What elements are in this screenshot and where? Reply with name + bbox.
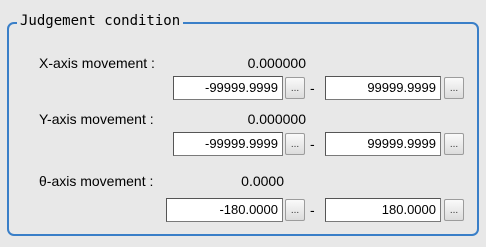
- y-axis-value: 0.000000: [247, 111, 306, 127]
- group-title: Judgement condition: [17, 12, 184, 30]
- x-axis-value: 0.000000: [247, 55, 306, 71]
- x-axis-min-field[interactable]: -99999.9999: [173, 76, 283, 100]
- theta-axis-min-browse-button[interactable]: ...: [285, 199, 305, 221]
- y-axis-min-field[interactable]: -99999.9999: [173, 132, 283, 156]
- x-axis-range-separator: -: [310, 80, 315, 96]
- theta-axis-max-field[interactable]: 180.0000: [325, 198, 441, 222]
- y-axis-label: Y-axis movement :: [39, 111, 154, 127]
- x-axis-min-browse-button[interactable]: ...: [285, 77, 305, 99]
- theta-axis-max-browse-button[interactable]: ...: [444, 199, 464, 221]
- x-axis-max-browse-button[interactable]: ...: [444, 77, 464, 99]
- theta-axis-min-field[interactable]: -180.0000: [166, 198, 283, 222]
- y-axis-max-browse-button[interactable]: ...: [444, 133, 464, 155]
- y-axis-max-field[interactable]: 99999.9999: [325, 132, 441, 156]
- x-axis-max-field[interactable]: 99999.9999: [325, 76, 441, 100]
- theta-axis-value: 0.0000: [241, 173, 284, 189]
- y-axis-min-browse-button[interactable]: ...: [285, 133, 305, 155]
- theta-axis-label: θ-axis movement :: [39, 173, 154, 189]
- x-axis-label: X-axis movement :: [39, 55, 155, 71]
- y-axis-range-separator: -: [310, 136, 315, 152]
- theta-axis-range-separator: -: [310, 202, 315, 218]
